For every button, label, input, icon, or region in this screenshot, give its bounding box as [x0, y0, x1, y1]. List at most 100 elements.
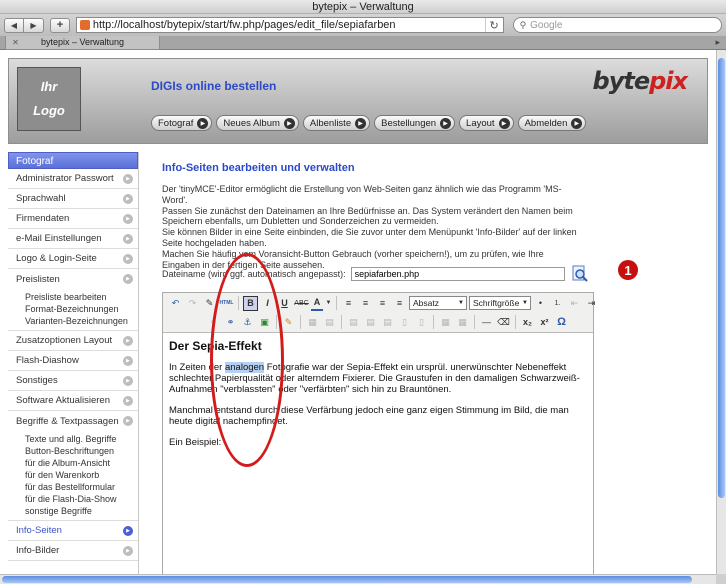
preview-button[interactable] [571, 265, 589, 283]
submenu-link[interactable]: Button-Beschriftungen [25, 445, 138, 457]
intro-line: Seite hochgeladen haben. [162, 237, 267, 248]
submenu-link[interactable]: Format-Bezeichnungen [25, 303, 138, 315]
sidebar-item-label: Software Aktualisieren [16, 395, 110, 406]
sidebar-item-software-aktualisieren[interactable]: Software Aktualisieren ▶ [8, 391, 138, 411]
numbered-list-icon[interactable]: 1. [550, 296, 565, 311]
table-icon[interactable]: ▦ [305, 315, 320, 330]
reload-button[interactable]: ↻ [484, 18, 503, 32]
sidebar-item-logo-login[interactable]: Logo & Login-Seite ▶ [8, 249, 138, 269]
page-title: Info-Seiten bearbeiten und verwalten [162, 162, 355, 174]
align-center-icon[interactable]: ≡ [358, 296, 373, 311]
submenu-link[interactable]: für das Bestellformular [25, 481, 138, 493]
text-color-button[interactable]: A [311, 296, 323, 311]
sidebar-item-sprachwahl[interactable]: Sprachwahl ▶ [8, 189, 138, 209]
split-cells-icon[interactable]: ▦ [438, 315, 453, 330]
sidebar-item-info-seiten[interactable]: Info-Seiten ▶ [8, 521, 138, 541]
nav-abmelden[interactable]: Abmelden ▶ [517, 115, 587, 131]
sidebar-item-email-einstellungen[interactable]: e-Mail Einstellungen ▶ [8, 229, 138, 249]
sidebar-item-begriffe-textpassagen[interactable]: Begriffe & Textpassagen ▶ [8, 411, 138, 431]
sidebar-item-sonstiges[interactable]: Sonstiges ▶ [8, 371, 138, 391]
search-field[interactable]: ⚲ Google [512, 17, 722, 33]
filename-input[interactable] [350, 267, 565, 281]
subscript-icon[interactable]: x₂ [520, 315, 535, 330]
scroll-thumb[interactable] [2, 576, 692, 583]
underline-button[interactable]: U [277, 296, 292, 311]
superscript-icon[interactable]: x² [537, 315, 552, 330]
sidebar-item-flash-diashow[interactable]: Flash-Diashow ▶ [8, 351, 138, 371]
nav-bestellungen[interactable]: Bestellungen ▶ [374, 115, 456, 131]
url-bar[interactable]: http://localhost/bytepix/start/fw.php/pa… [75, 17, 504, 33]
main-nav: Fotograf ▶ Neues Album ▶ Albenliste ▶ Beste… [151, 115, 587, 131]
sidebar-item-info-bilder[interactable]: Info-Bilder ▶ [8, 541, 138, 561]
intro-line: Word'. [162, 194, 188, 205]
submenu-link[interactable]: für die Album-Ansicht [25, 457, 138, 469]
new-tab-icon[interactable]: ▸ [715, 37, 720, 48]
tagline: DIGIs online bestellen [151, 79, 277, 93]
editor-toolbar: ↶ ↷ ✎ HTML B I U ABC A ▼ ≡ ≡ ≡ ≡ Absatz … [163, 293, 595, 333]
tab-bytepix[interactable]: ✕ bytepix – Verwaltung [5, 36, 160, 50]
remove-format-icon[interactable]: ⌫ [496, 315, 511, 330]
link-icon[interactable]: ⚭ [223, 315, 238, 330]
vertical-scrollbar[interactable] [716, 50, 726, 574]
scroll-thumb[interactable] [718, 58, 725, 498]
submenu-link[interactable]: Preisliste bearbeiten [25, 291, 138, 303]
site-logo[interactable]: Ihr Logo [17, 67, 81, 131]
insert-col-after-icon[interactable]: ▯ [414, 315, 429, 330]
intro-text: Der 'tinyMCE'-Editor ermöglicht die Erst… [162, 184, 592, 270]
back-button[interactable]: ◀ [4, 17, 24, 33]
merge-cells-icon[interactable]: ▦ [455, 315, 470, 330]
sidebar-item-zusatzoptionen-layout[interactable]: Zusatzoptionen Layout ▶ [8, 331, 138, 351]
cleanup-brush-icon[interactable]: ✎ [202, 296, 217, 311]
nav-label: Neues Album [223, 117, 280, 129]
anchor-icon[interactable]: ⚓ [240, 315, 255, 330]
delete-row-icon[interactable]: ▤ [380, 315, 395, 330]
sidebar-item-administrator-passwort[interactable]: Administrator Passwort ▶ [8, 169, 138, 189]
add-bookmark-button[interactable]: + [50, 17, 70, 33]
edit-css-icon[interactable]: ✎ [281, 315, 296, 330]
nav-layout[interactable]: Layout ▶ [459, 115, 514, 131]
bullet-list-icon[interactable]: • [533, 296, 548, 311]
unlink-icon[interactable]: ⚭ [206, 315, 221, 330]
special-char-icon[interactable]: Ω [554, 315, 569, 330]
sidebar-item-preislisten[interactable]: Preislisten ▶ [8, 269, 138, 289]
align-right-icon[interactable]: ≡ [375, 296, 390, 311]
format-select[interactable]: Absatz ▼ [409, 296, 467, 310]
row-props-icon[interactable]: ▤ [322, 315, 337, 330]
horizontal-scrollbar[interactable] [0, 574, 716, 584]
submenu-link[interactable]: sonstige Begriffe [25, 505, 138, 517]
close-icon[interactable]: ✕ [10, 37, 21, 48]
sidebar: Fotograf Administrator Passwort ▶ Sprachw… [8, 152, 139, 574]
redo-icon[interactable]: ↷ [185, 296, 200, 311]
align-justify-icon[interactable]: ≡ [392, 296, 407, 311]
editor-content[interactable]: Der Sepia-Effekt In Zeiten der analogen … [163, 333, 593, 464]
chevron-down-icon[interactable]: ▼ [325, 296, 332, 311]
submenu-link[interactable]: Texte und allg. Begriffe [25, 433, 138, 445]
indent-icon[interactable]: ⇥ [584, 296, 599, 311]
tab-bar: ✕ bytepix – Verwaltung ▸ [0, 36, 726, 50]
insert-col-before-icon[interactable]: ▯ [397, 315, 412, 330]
align-left-icon[interactable]: ≡ [341, 296, 356, 311]
horizontal-rule-icon[interactable]: — [479, 315, 494, 330]
submenu-link[interactable]: für die Flash-Dia-Show [25, 493, 138, 505]
nav-neues-album[interactable]: Neues Album ▶ [216, 115, 299, 131]
nav-fotograf[interactable]: Fotograf ▶ [151, 115, 213, 131]
insert-row-before-icon[interactable]: ▤ [346, 315, 361, 330]
sidebar-item-label: Sonstiges [16, 375, 58, 386]
arrow-bullet-icon: ▶ [123, 376, 133, 386]
italic-button[interactable]: I [260, 296, 275, 311]
bold-button[interactable]: B [243, 295, 258, 311]
html-source-icon[interactable]: HTML [219, 296, 234, 311]
submenu-link[interactable]: Varianten-Bezeichnungen [25, 315, 138, 327]
sidebar-item-firmendaten[interactable]: Firmendaten ▶ [8, 209, 138, 229]
nav-albenliste[interactable]: Albenliste ▶ [302, 115, 371, 131]
insert-image-icon[interactable]: ▣ [257, 315, 272, 330]
strikethrough-button[interactable]: ABC [294, 296, 309, 311]
sidebar-item-label: Begriffe & Textpassagen [16, 415, 119, 427]
undo-icon[interactable]: ↶ [168, 296, 183, 311]
search-placeholder: Google [530, 19, 563, 31]
outdent-icon[interactable]: ⇤ [567, 296, 582, 311]
forward-button[interactable]: ▶ [24, 17, 44, 33]
submenu-link[interactable]: für den Warenkorb [25, 469, 138, 481]
font-size-select[interactable]: Schriftgröße ▼ [469, 296, 531, 310]
insert-row-after-icon[interactable]: ▤ [363, 315, 378, 330]
